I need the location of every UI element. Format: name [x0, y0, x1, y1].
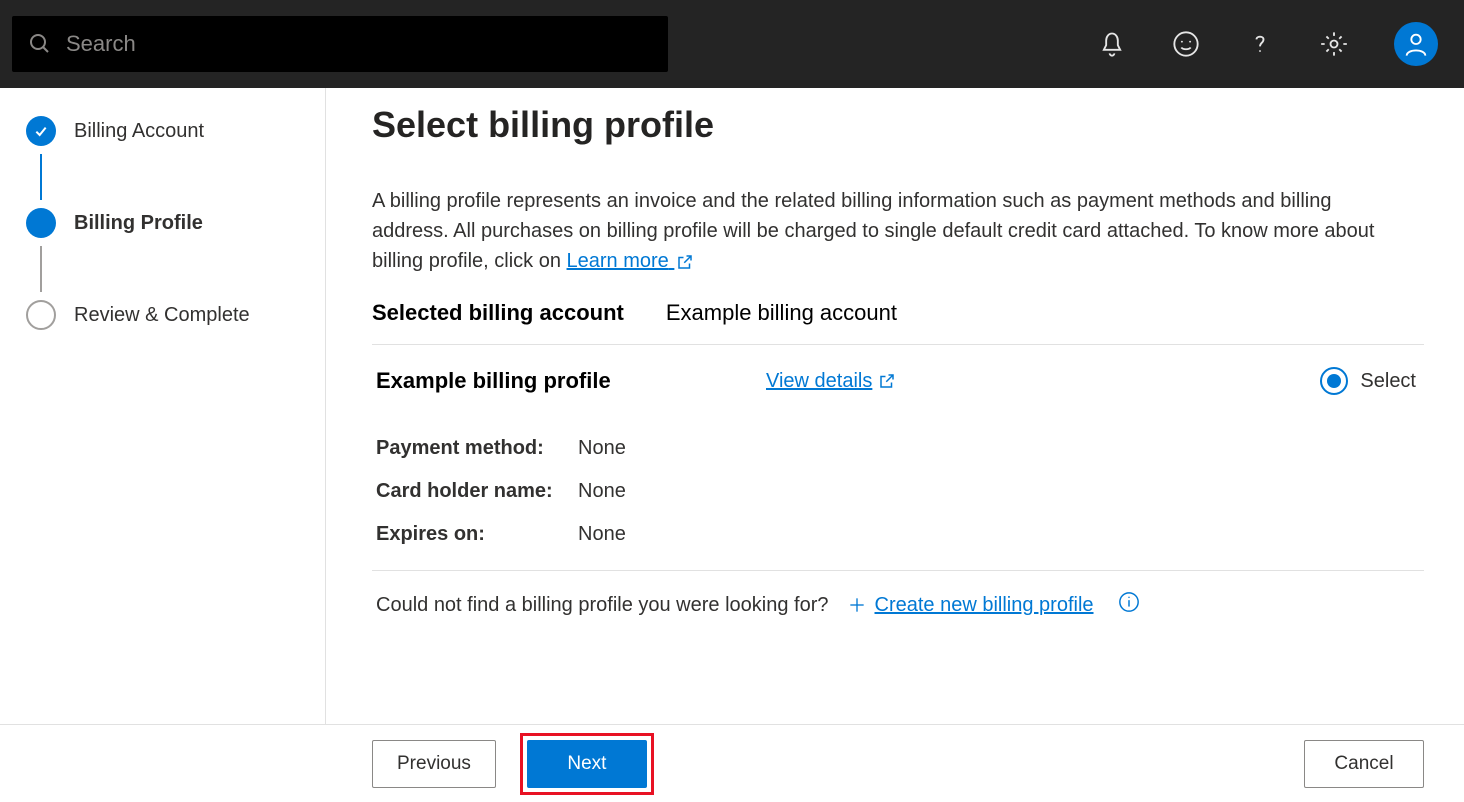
- expires-label: Expires on: [376, 523, 566, 546]
- previous-button[interactable]: Previous: [372, 740, 496, 788]
- search-input[interactable]: [66, 31, 652, 57]
- step-complete-icon: [26, 116, 56, 146]
- main-content: Select billing profile A billing profile…: [326, 88, 1464, 724]
- billing-profile-row: Example billing profile View details Sel…: [372, 345, 1424, 417]
- not-found-text: Could not find a billing profile you wer…: [376, 594, 829, 617]
- radio-selected-icon: [1320, 367, 1348, 395]
- search-box[interactable]: [12, 16, 668, 72]
- settings-icon[interactable]: [1320, 30, 1348, 58]
- step-billing-account[interactable]: Billing Account: [26, 108, 299, 154]
- view-details-link[interactable]: View details: [766, 370, 896, 393]
- selected-account-label: Selected billing account: [372, 300, 624, 326]
- page-title: Select billing profile: [372, 104, 1424, 146]
- select-profile-radio[interactable]: Select: [1320, 367, 1416, 395]
- plus-icon: [847, 595, 867, 615]
- payment-method-row: Payment method None: [372, 427, 1424, 470]
- selected-account-value: Example billing account: [666, 300, 897, 326]
- create-profile-row: Could not find a billing profile you wer…: [372, 571, 1424, 631]
- step-label: Review & Complete: [74, 304, 250, 327]
- info-icon[interactable]: [1118, 591, 1140, 619]
- search-icon: [28, 32, 52, 56]
- billing-profile-name: Example billing profile: [376, 368, 766, 394]
- stepper-connector: [40, 154, 42, 200]
- step-review-complete[interactable]: Review & Complete: [26, 292, 299, 338]
- notifications-icon[interactable]: [1098, 30, 1126, 58]
- expires-row: Expires on None: [372, 513, 1424, 556]
- topbar-actions: [1098, 22, 1452, 66]
- next-button-highlight: Next: [520, 733, 654, 795]
- wizard-stepper: Billing Account Billing Profile Review &…: [0, 88, 326, 724]
- next-button[interactable]: Next: [527, 740, 647, 788]
- cancel-button[interactable]: Cancel: [1304, 740, 1424, 788]
- help-icon[interactable]: [1246, 30, 1274, 58]
- card-holder-row: Card holder name None: [372, 470, 1424, 513]
- top-bar: [0, 0, 1464, 88]
- user-icon: [1402, 30, 1430, 58]
- expires-value: None: [578, 523, 626, 546]
- payment-method-label: Payment method: [376, 437, 566, 460]
- select-radio-label: Select: [1360, 370, 1416, 393]
- feedback-icon[interactable]: [1172, 30, 1200, 58]
- step-label: Billing Account: [74, 120, 204, 143]
- card-holder-label: Card holder name: [376, 480, 566, 503]
- step-billing-profile[interactable]: Billing Profile: [26, 200, 299, 246]
- payment-method-value: None: [578, 437, 626, 460]
- create-billing-profile-link[interactable]: Create new billing profile: [847, 594, 1094, 617]
- wizard-footer: Previous Next Cancel: [0, 724, 1464, 802]
- selected-account-row: Selected billing account Example billing…: [372, 300, 1424, 326]
- page-description: A billing profile represents an invoice …: [372, 186, 1392, 276]
- account-avatar[interactable]: [1394, 22, 1438, 66]
- learn-more-link[interactable]: Learn more: [567, 250, 695, 272]
- external-link-icon: [676, 253, 694, 271]
- step-current-icon: [26, 208, 56, 238]
- external-link-icon: [878, 372, 896, 390]
- stepper-connector: [40, 246, 42, 292]
- card-holder-value: None: [578, 480, 626, 503]
- step-pending-icon: [26, 300, 56, 330]
- step-label: Billing Profile: [74, 212, 203, 235]
